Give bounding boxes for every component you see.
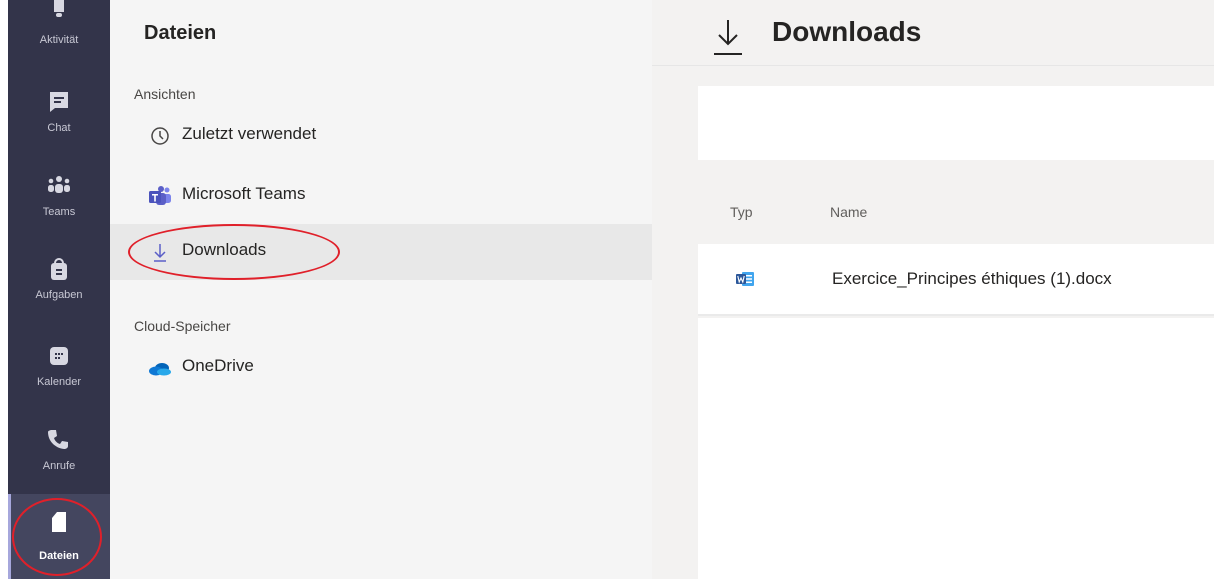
files-panel: Dateien Ansichten Zuletzt verwendet Micr… — [110, 0, 652, 579]
nav-item-downloads[interactable]: Downloads — [110, 224, 652, 280]
rail-label-activity: Aktivität — [39, 34, 79, 46]
nav-label-recent: Zuletzt verwendet — [182, 124, 317, 143]
teams-icon — [48, 176, 70, 193]
rail-item-chat[interactable]: Chat — [8, 80, 110, 150]
rail-item-calendar[interactable]: Kalender — [8, 334, 110, 404]
rail-label-chat: Chat — [47, 122, 71, 134]
column-header: Typ Name — [698, 180, 1214, 244]
chat-icon — [50, 92, 68, 112]
rail-item-files[interactable]: Dateien — [8, 494, 110, 579]
rail-item-calls[interactable]: Anrufe — [8, 418, 110, 488]
rail-label-calendar: Kalender — [36, 376, 82, 388]
rail-label-assignments: Aufgaben — [35, 289, 83, 301]
onedrive-icon — [149, 363, 171, 376]
column-name[interactable]: Name — [830, 204, 867, 220]
rail-item-activity[interactable]: Aktivität — [8, 0, 110, 62]
bell-icon — [54, 0, 64, 17]
command-bar — [698, 86, 1214, 160]
nav-item-microsoft-teams[interactable]: Microsoft Teams — [110, 168, 652, 224]
file-name: Exercice_Principes éthiques (1).docx — [832, 269, 1112, 288]
nav-label-microsoft-teams: Microsoft Teams — [182, 184, 306, 203]
panel-title: Dateien — [144, 22, 217, 44]
clock-icon — [151, 127, 169, 145]
main-title: Downloads — [772, 16, 922, 47]
download-icon — [154, 244, 166, 262]
table-row[interactable]: Exercice_Principes éthiques (1).docx — [698, 244, 1214, 316]
app-rail: Aktivität Chat Teams Aufgaben Kalender A… — [8, 0, 110, 579]
rail-item-teams[interactable]: Teams — [8, 164, 110, 234]
calendar-icon — [50, 347, 68, 365]
main-content: Downloads Typ Name Exercice_Principes ét… — [652, 0, 1214, 579]
cloud-section-label: Cloud-Speicher — [134, 318, 231, 334]
nav-label-downloads: Downloads — [182, 240, 267, 259]
rail-item-assignments[interactable]: Aufgaben — [8, 247, 110, 317]
download-icon — [714, 20, 742, 55]
phone-icon — [48, 430, 68, 449]
views-section-label: Ansichten — [134, 86, 196, 102]
nav-item-onedrive[interactable]: OneDrive — [110, 340, 652, 396]
rail-label-teams: Teams — [42, 206, 76, 218]
nav-item-recent[interactable]: Zuletzt verwendet — [110, 108, 652, 164]
teams-logo-icon — [149, 186, 171, 205]
file-list-empty-area — [698, 318, 1214, 579]
file-icon — [52, 512, 66, 532]
nav-label-onedrive: OneDrive — [182, 356, 254, 375]
rail-label-files: Dateien — [39, 550, 79, 562]
assignments-icon — [51, 258, 67, 280]
main-header: Downloads — [652, 0, 1214, 66]
column-type[interactable]: Typ — [730, 204, 753, 220]
rail-label-calls: Anrufe — [42, 460, 76, 472]
word-icon — [736, 272, 754, 286]
